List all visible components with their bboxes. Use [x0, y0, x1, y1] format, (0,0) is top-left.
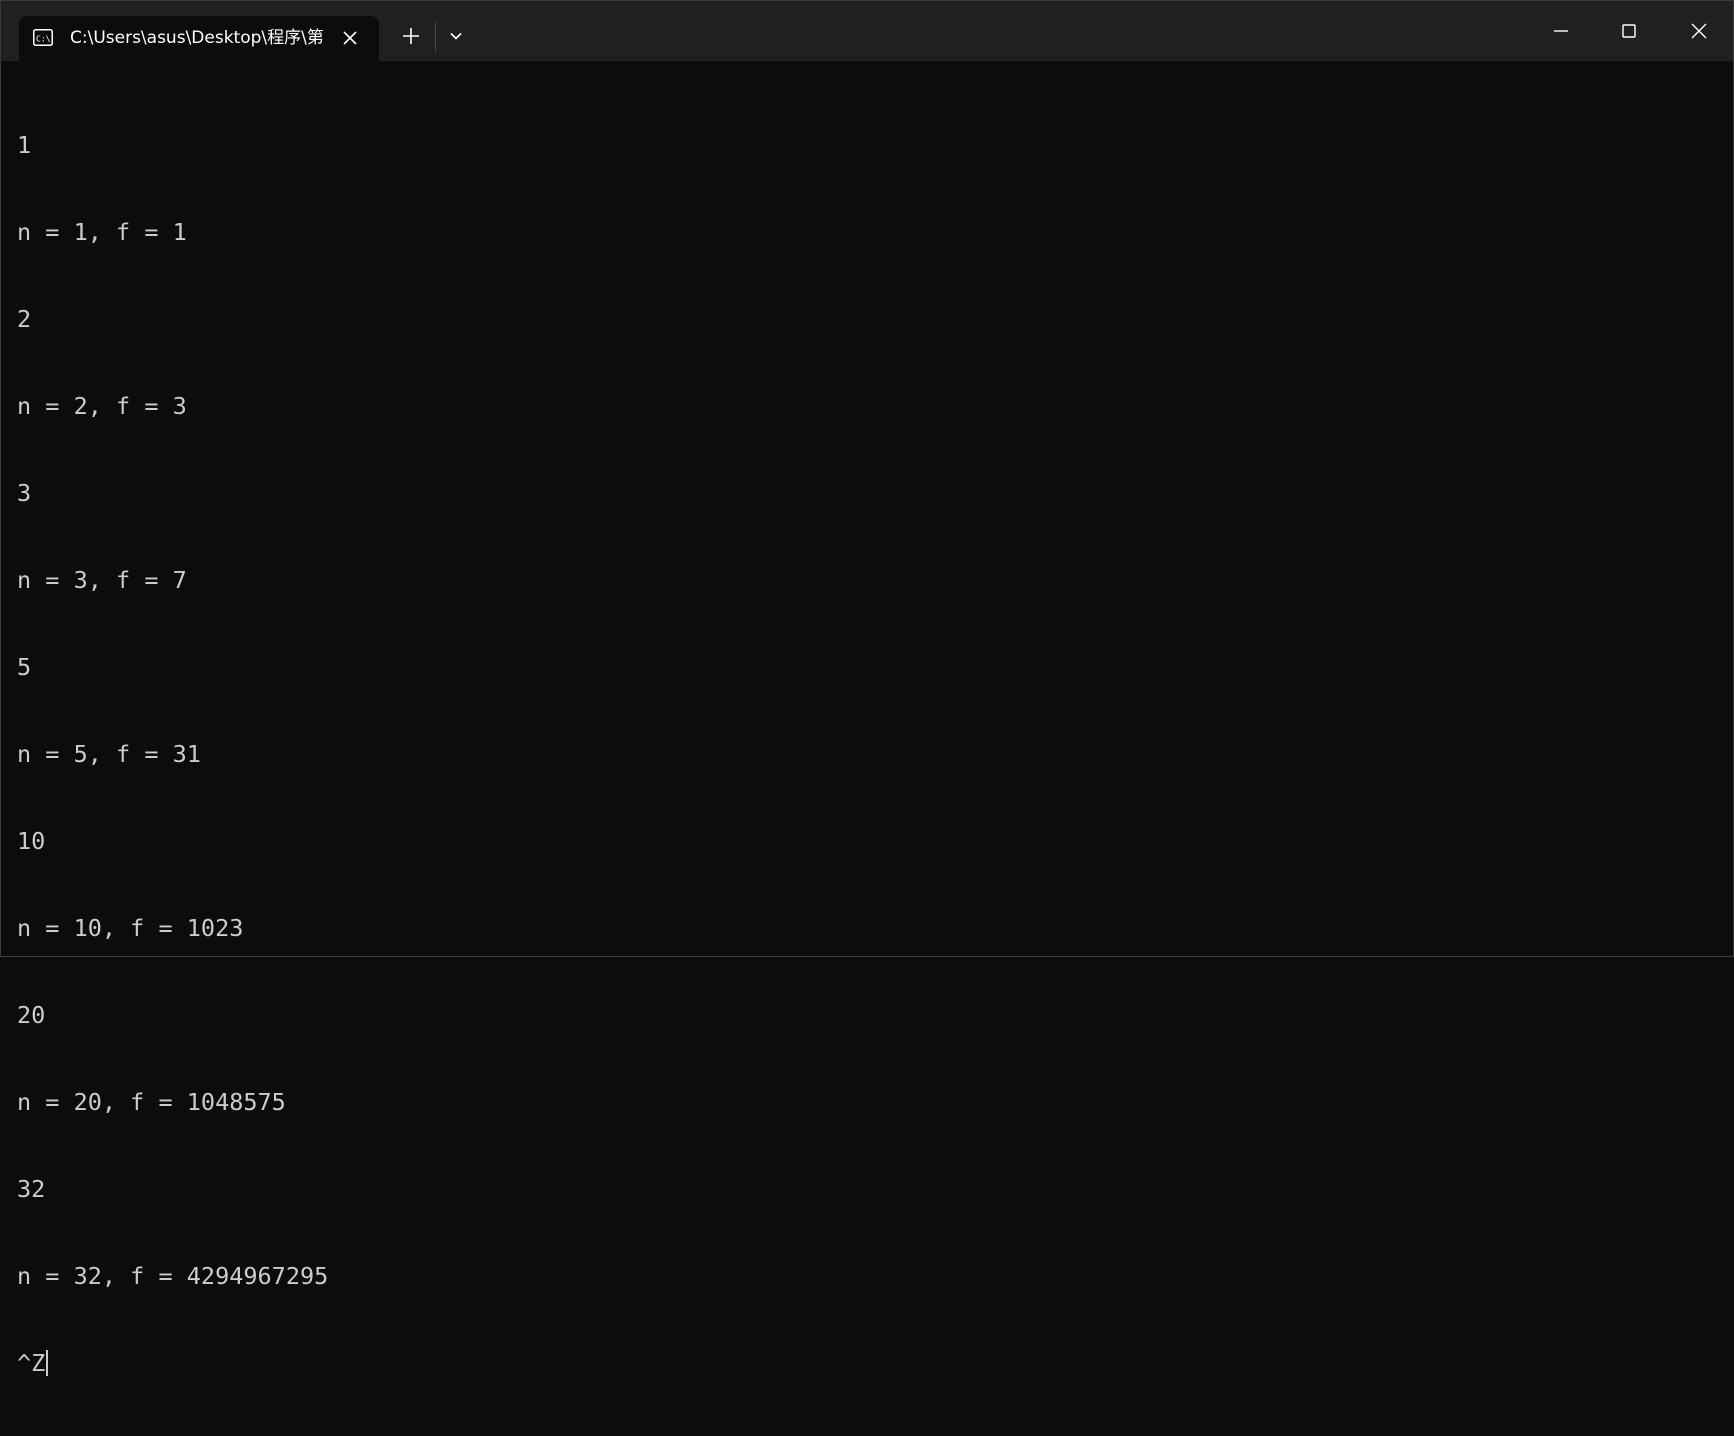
cmd-icon: C:\	[33, 29, 53, 46]
tab-title: C:\Users\asus\Desktop\程序\第	[70, 28, 324, 48]
output-line: n = 20, f = 1048575	[17, 1088, 286, 1116]
terminal-output[interactable]: 1 n = 1, f = 1 2 n = 2, f = 3 3 n = 3, f…	[17, 73, 1717, 1377]
output-line: 3	[17, 479, 32, 507]
output-line: 10	[17, 827, 46, 855]
output-line: 2	[17, 305, 32, 333]
output-line: 5	[17, 653, 32, 681]
input-text: ^Z	[17, 1349, 46, 1377]
output-line: 32	[17, 1175, 46, 1203]
close-window-button[interactable]	[1683, 15, 1715, 47]
minimize-button[interactable]	[1545, 15, 1577, 47]
tab-divider	[435, 22, 436, 52]
output-line: n = 5, f = 31	[17, 740, 201, 768]
output-line: 20	[17, 1001, 46, 1029]
new-tab-button[interactable]	[399, 24, 423, 48]
output-line: n = 10, f = 1023	[17, 914, 244, 942]
title-bar[interactable]: C:\ C:\Users\asus\Desktop\程序\第	[1, 1, 1733, 61]
output-line: 1	[17, 131, 32, 159]
close-icon	[343, 31, 357, 45]
text-cursor	[46, 1350, 49, 1376]
svg-text:C:\: C:\	[36, 35, 51, 44]
terminal-window: C:\ C:\Users\asus\Desktop\程序\第 1 n = 1, …	[0, 0, 1734, 1377]
output-line: n = 1, f = 1	[17, 218, 187, 246]
output-line: n = 32, f = 4294967295	[17, 1262, 329, 1290]
tab-command-prompt[interactable]: C:\ C:\Users\asus\Desktop\程序\第	[19, 16, 379, 61]
close-tab-button[interactable]	[339, 27, 361, 49]
tab-dropdown-button[interactable]	[446, 26, 466, 46]
prompt-line[interactable]: ^Z	[17, 1349, 1717, 1378]
output-line: n = 2, f = 3	[17, 392, 187, 420]
maximize-button[interactable]	[1613, 15, 1645, 47]
output-line: n = 3, f = 7	[17, 566, 187, 594]
